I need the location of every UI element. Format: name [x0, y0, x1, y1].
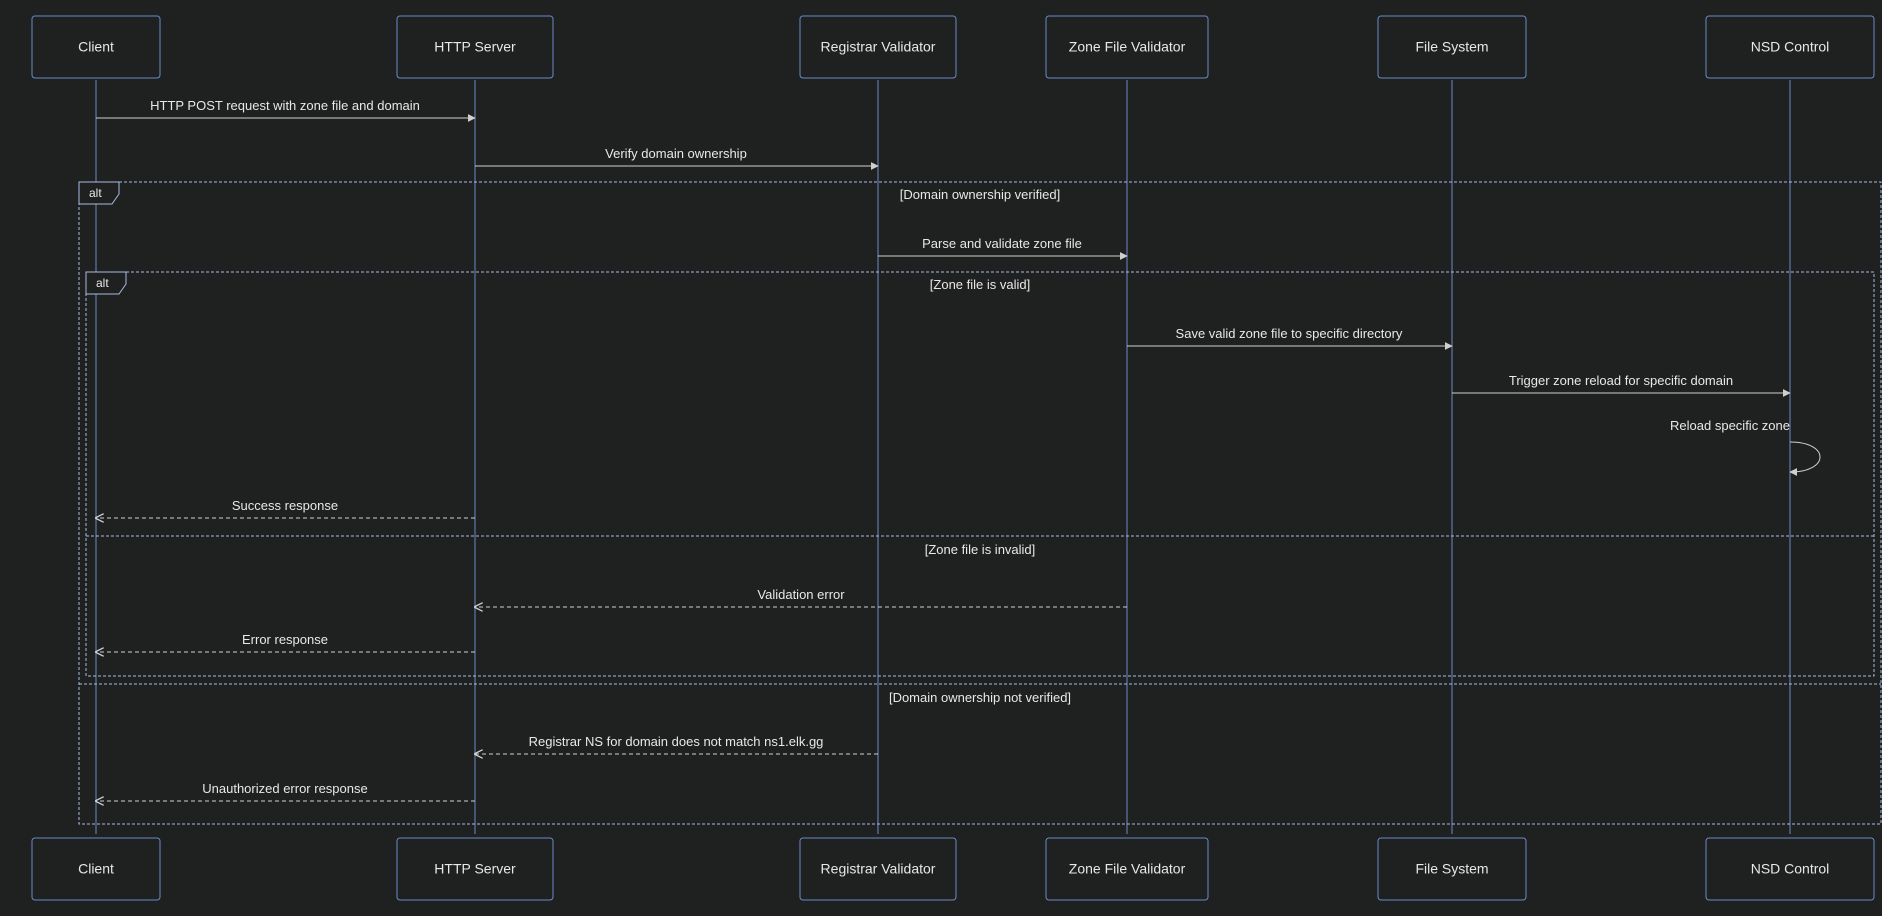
label-actor-registrar-bottom: Registrar Validator — [821, 861, 936, 877]
actor-zonefile-top: Zone File Validator — [1046, 16, 1208, 78]
alt-outer-label: alt — [89, 186, 102, 200]
msg-text-m11: Unauthorized error response — [202, 781, 367, 796]
label-actor-filesystem: File System — [1415, 39, 1488, 55]
msg-text-m9: Error response — [242, 632, 328, 647]
cond-domain-not-verified: [Domain ownership not verified] — [889, 690, 1071, 705]
actor-client-bottom: Client — [32, 838, 160, 900]
label-actor-httpserver-bottom: HTTP Server — [434, 861, 516, 877]
label-actor-zonefile-bottom: Zone File Validator — [1069, 861, 1186, 877]
alt-inner-label: alt — [96, 276, 109, 290]
label-actor-filesystem-bottom: File System — [1415, 861, 1488, 877]
actor-registrar-top: Registrar Validator — [800, 16, 956, 78]
msg-text-m8: Validation error — [757, 587, 845, 602]
actor-httpserver-bottom: HTTP Server — [397, 838, 553, 900]
msg-line-m6 — [1790, 442, 1820, 472]
msg-text-m7: Success response — [232, 498, 338, 513]
msg-text-m1: HTTP POST request with zone file and dom… — [150, 98, 420, 113]
label-actor-nsd: NSD Control — [1751, 39, 1830, 55]
cond-zone-valid: [Zone file is valid] — [930, 277, 1030, 292]
actor-httpserver-top: HTTP Server — [397, 16, 553, 78]
label-actor-httpserver: HTTP Server — [434, 39, 516, 55]
actor-filesystem-top: File System — [1378, 16, 1526, 78]
label-actor-zonefile: Zone File Validator — [1069, 39, 1186, 55]
cond-domain-verified: [Domain ownership verified] — [900, 187, 1060, 202]
actor-registrar-bottom: Registrar Validator — [800, 838, 956, 900]
actor-nsd-top: NSD Control — [1706, 16, 1874, 78]
actor-zonefile-bottom: Zone File Validator — [1046, 838, 1208, 900]
msg-text-m6: Reload specific zone — [1670, 418, 1790, 433]
actor-filesystem-bottom: File System — [1378, 838, 1526, 900]
msg-text-m5: Trigger zone reload for specific domain — [1509, 373, 1733, 388]
msg-text-m4: Save valid zone file to specific directo… — [1176, 326, 1403, 341]
label-actor-registrar: Registrar Validator — [821, 39, 936, 55]
cond-zone-invalid: [Zone file is invalid] — [925, 542, 1036, 557]
alt-inner-rect — [86, 272, 1874, 676]
actor-client-top: Client — [32, 16, 160, 78]
label-actor-client: Client — [78, 39, 114, 55]
msg-text-m10: Registrar NS for domain does not match n… — [529, 734, 824, 749]
label-actor-nsd-bottom: NSD Control — [1751, 861, 1830, 877]
label-actor-client-bottom: Client — [78, 861, 114, 877]
actor-nsd-bottom: NSD Control — [1706, 838, 1874, 900]
msg-text-m2: Verify domain ownership — [605, 146, 747, 161]
msg-text-m3: Parse and validate zone file — [922, 236, 1082, 251]
